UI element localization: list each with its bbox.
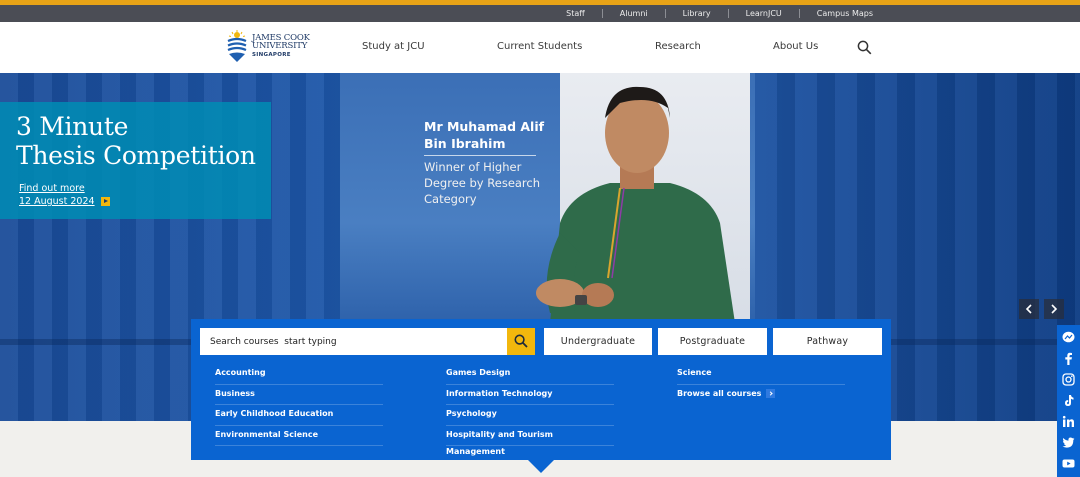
speaker-photo <box>536 86 735 323</box>
youtube-icon[interactable] <box>1062 457 1075 470</box>
course-search-input[interactable] <box>200 328 508 355</box>
caption-desc-line-1: Winner of Higher <box>424 160 522 174</box>
caption-divider <box>424 155 536 156</box>
feature-title: 3 Minute Thesis Competition <box>16 112 256 170</box>
site-header: JAMES COOK UNIVERSITY SINGAPORE Study at… <box>0 22 1080 73</box>
chevron-right-icon <box>1051 304 1058 314</box>
chevron-left-icon <box>1025 304 1032 314</box>
utility-link-staff[interactable]: Staff <box>549 9 602 18</box>
browse-all-label: Browse all courses <box>677 389 762 398</box>
carousel-controls <box>1019 299 1064 319</box>
utility-link-alumni[interactable]: Alumni <box>601 9 665 18</box>
nav-research[interactable]: Research <box>655 41 701 52</box>
arrow-right-icon <box>100 197 110 206</box>
course-column-1: Accounting Business Early Childhood Educ… <box>215 364 383 446</box>
feature-date-text: 12 August 2024 <box>19 196 95 207</box>
course-column-2: Games Design Information Technology Psyc… <box>446 364 614 456</box>
linkedin-icon[interactable] <box>1062 415 1075 428</box>
feature-title-line-1: 3 Minute <box>16 112 129 141</box>
nav-about-us[interactable]: About Us <box>773 41 818 52</box>
tiktok-icon[interactable] <box>1062 394 1075 407</box>
feature-date[interactable]: 12 August 2024 <box>19 196 110 207</box>
chevron-right-icon <box>766 389 776 398</box>
search-icon <box>514 334 528 348</box>
browse-all-courses-link[interactable]: Browse all courses <box>677 389 776 398</box>
social-sidebar <box>1057 325 1080 477</box>
course-column-3: Science <box>677 364 845 385</box>
caption-desc-line-2: Degree by Research <box>424 176 541 190</box>
carousel-prev-button[interactable] <box>1019 299 1039 319</box>
course-search-panel: Undergraduate Postgraduate Pathway Accou… <box>191 319 891 460</box>
level-undergraduate-button[interactable]: Undergraduate <box>544 328 652 355</box>
utility-links: Staff Alumni Library LearnJCU Campus Map… <box>549 5 890 22</box>
main-nav: Study at JCU Current Students Research A… <box>0 22 1080 73</box>
nav-study-at-jcu[interactable]: Study at JCU <box>362 41 425 52</box>
course-link-accounting[interactable]: Accounting <box>215 364 383 385</box>
feature-title-line-2: Thesis Competition <box>16 141 256 170</box>
caption-name-line-1: Mr Muhamad Alif <box>424 119 545 134</box>
course-link-hospitality-tourism[interactable]: Hospitality and Tourism Management <box>446 426 614 456</box>
course-link-information-technology[interactable]: Information Technology <box>446 385 614 405</box>
facebook-icon[interactable] <box>1062 352 1075 365</box>
photo-caption: Mr Muhamad Alif Bin Ibrahim Winner of Hi… <box>424 118 554 207</box>
utility-bar: Staff Alumni Library LearnJCU Campus Map… <box>0 5 1080 22</box>
caption-name-line-2: Bin Ibrahim <box>424 136 506 151</box>
course-search-button[interactable] <box>507 328 535 355</box>
twitter-icon[interactable] <box>1062 436 1075 449</box>
nav-current-students[interactable]: Current Students <box>497 41 582 52</box>
utility-link-library[interactable]: Library <box>664 9 728 18</box>
utility-link-learnjcu[interactable]: LearnJCU <box>727 9 799 18</box>
course-link-business[interactable]: Business <box>215 385 383 405</box>
level-postgraduate-button[interactable]: Postgraduate <box>658 328 767 355</box>
course-link-games-design[interactable]: Games Design <box>446 364 614 385</box>
page: Staff Alumni Library LearnJCU Campus Map… <box>0 0 1080 477</box>
level-pathway-button[interactable]: Pathway <box>773 328 882 355</box>
messenger-icon[interactable] <box>1062 331 1075 344</box>
course-link-environmental-science[interactable]: Environmental Science <box>215 426 383 446</box>
course-link-psychology[interactable]: Psychology <box>446 405 614 426</box>
course-link-science[interactable]: Science <box>677 364 845 385</box>
find-out-more-link[interactable]: Find out more <box>19 183 85 194</box>
caption-desc-line-3: Category <box>424 192 477 206</box>
course-link-early-childhood-education[interactable]: Early Childhood Education <box>215 405 383 426</box>
utility-link-campus-maps[interactable]: Campus Maps <box>798 9 890 18</box>
carousel-next-button[interactable] <box>1044 299 1064 319</box>
panel-pointer <box>528 460 554 473</box>
search-icon[interactable] <box>857 40 872 55</box>
instagram-icon[interactable] <box>1062 373 1075 386</box>
